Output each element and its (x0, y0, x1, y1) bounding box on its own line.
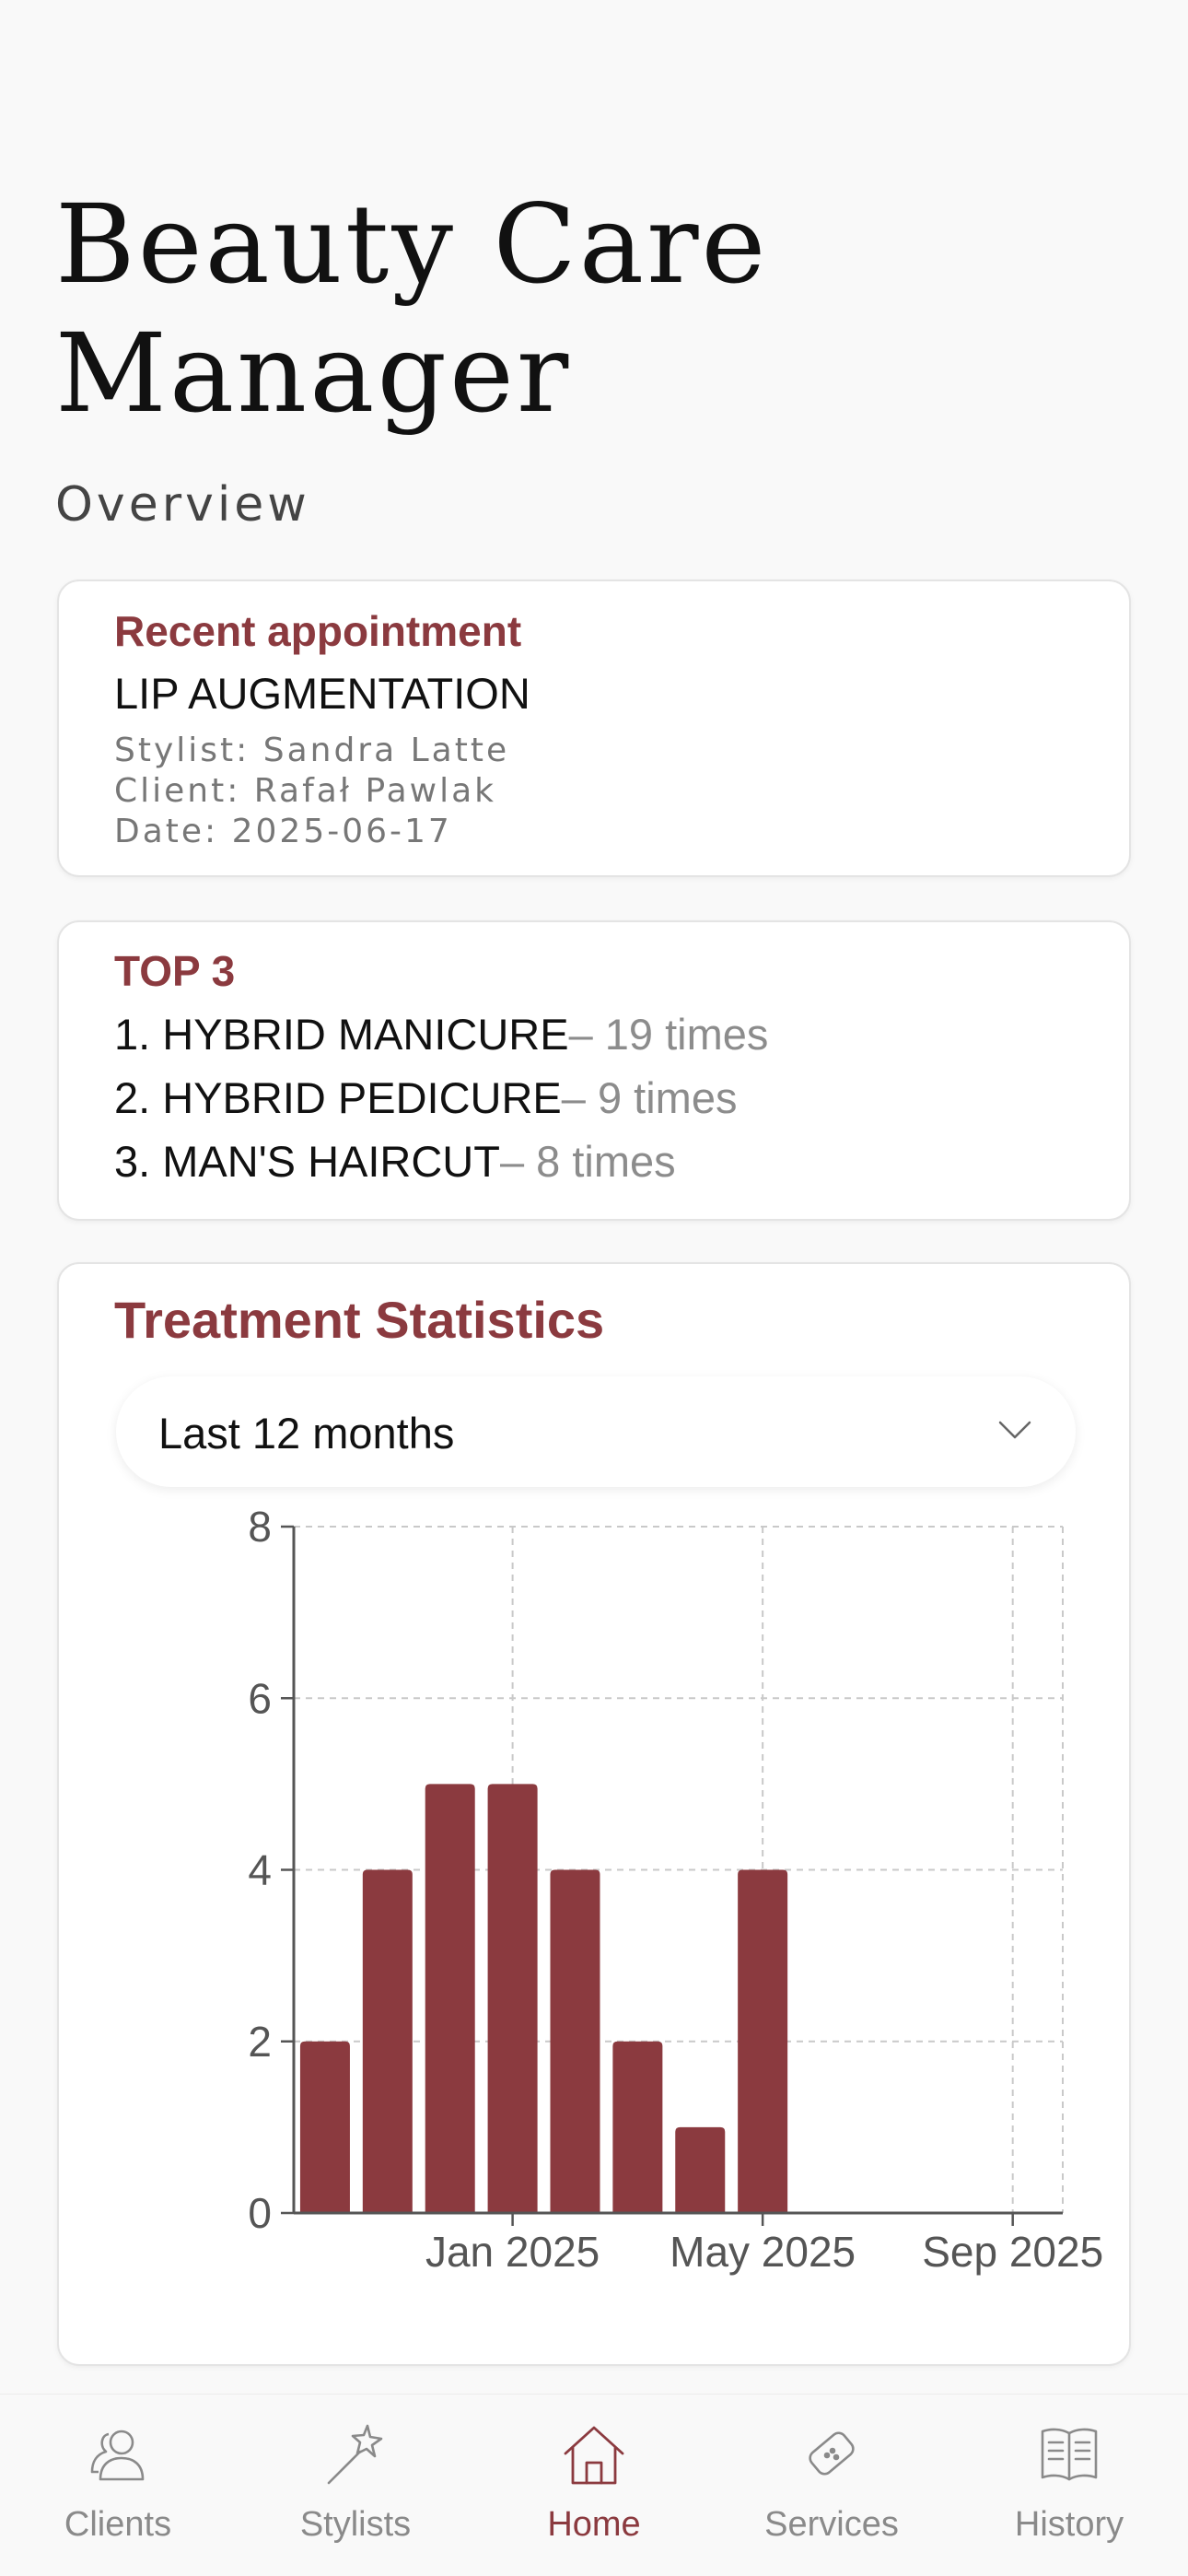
recent-date: Date: 2025-06-17 (114, 813, 452, 850)
chart-bar (738, 1869, 788, 2213)
y-tick-label: 0 (248, 2189, 272, 2237)
top-treatment-count: – 8 times (499, 1137, 676, 1186)
users-icon (90, 2430, 145, 2481)
tab-label: Stylists (299, 2505, 412, 2544)
treatment-statistics-heading: Treatment Statistics (114, 1291, 605, 1349)
top-treatment-name: 2. HYBRID PEDICURE (114, 1073, 562, 1122)
chart-bar (299, 2041, 350, 2213)
tab-services[interactable]: Services (740, 2395, 924, 2576)
tab-label: History (1014, 2505, 1124, 2544)
app-screen: Beauty Care Manager Overview Recent appo… (0, 0, 1188, 2576)
treatment-statistics-chart: 0 2 4 6 8 Jan 2025 May 2025 Sep 2025 (248, 1504, 1103, 2276)
top-treatments-heading: TOP 3 (114, 947, 236, 995)
chart-bar (425, 1784, 475, 2213)
x-tick-label: Jan 2025 (425, 2228, 600, 2276)
magic-wand-icon (327, 2424, 383, 2485)
tab-history[interactable]: History (977, 2395, 1161, 2576)
tab-home[interactable]: Home (502, 2395, 686, 2576)
top-treatment-item: 1. HYBRID MANICURE– 19 times (114, 1009, 768, 1060)
y-tick-label: 8 (248, 1504, 272, 1551)
app-title: Beauty Care Manager (55, 181, 769, 437)
recent-appointment-heading: Recent appointment (114, 607, 522, 655)
top-treatment-name: 3. MAN'S HAIRCUT (114, 1137, 500, 1186)
chevron-down-icon (998, 1421, 1031, 1439)
top-treatment-item: 2. HYBRID PEDICURE– 9 times (114, 1072, 737, 1123)
top-treatment-count: – 19 times (568, 1010, 769, 1059)
top-treatments-card: TOP 3 1. HYBRID MANICURE– 19 times 2. HY… (57, 920, 1131, 1221)
bandage-icon (809, 2431, 855, 2476)
period-select[interactable]: Last 12 months (116, 1376, 1076, 1487)
y-tick-label: 2 (248, 2018, 272, 2066)
top-treatment-name: 1. HYBRID MANICURE (114, 1010, 569, 1059)
treatment-statistics-card: Treatment Statistics Last 12 months 0 2 4 6… (57, 1262, 1131, 2366)
bottom-tab-bar: Clients Stylists Home Services History (0, 2394, 1188, 2576)
recent-treatment-name: LIP AUGMENTATION (114, 669, 530, 718)
section-title: Overview (55, 477, 310, 533)
x-tick-label: Sep 2025 (922, 2228, 1103, 2276)
x-tick-label: May 2025 (670, 2228, 856, 2276)
chart-bar (550, 1869, 600, 2213)
y-tick-label: 6 (248, 1674, 272, 1722)
recent-appointment-card[interactable]: Recent appointment LIP AUGMENTATION Styl… (57, 580, 1131, 877)
tab-clients[interactable]: Clients (26, 2395, 210, 2576)
home-icon (564, 2426, 624, 2485)
chart-bar (487, 1784, 538, 2213)
book-icon (1041, 2428, 1098, 2481)
tab-stylists[interactable]: Stylists (263, 2395, 448, 2576)
tab-label: Clients (64, 2505, 172, 2544)
chart-bar (675, 2126, 726, 2213)
y-tick-label: 4 (248, 1846, 272, 1894)
top-treatment-item: 3. MAN'S HAIRCUT– 8 times (114, 1136, 676, 1187)
chart-bar (362, 1869, 413, 2213)
tab-label: Services (764, 2505, 899, 2544)
tab-label: Home (547, 2505, 641, 2544)
recent-client: Client: Rafał Pawlak (114, 772, 496, 810)
top-treatment-count: – 9 times (561, 1073, 738, 1122)
chart-bar (612, 2041, 663, 2213)
recent-stylist: Stylist: Sandra Latte (114, 732, 510, 769)
period-select-value: Last 12 months (158, 1409, 455, 1458)
